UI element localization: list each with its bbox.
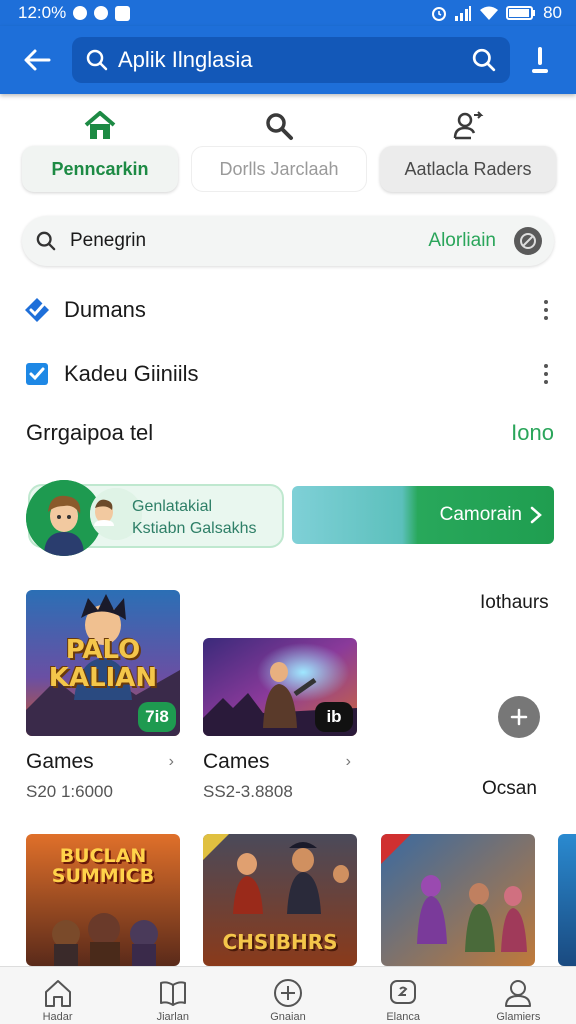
nav-item-library[interactable]: Jiarlan	[128, 977, 218, 1023]
book-icon	[159, 981, 186, 1006]
game-card[interactable]: ib Cames › SS2-3.8808	[203, 638, 357, 802]
game-badge: ib	[315, 702, 353, 732]
game-price: SS2-3.8808	[203, 782, 293, 801]
game-thumbnail-partial[interactable]	[558, 834, 576, 966]
option-row[interactable]: Kadeu Giiniils	[24, 352, 556, 396]
nav-label: Elanca	[386, 1011, 420, 1023]
game-title-art: CHSIBHRS	[222, 930, 338, 954]
bottom-navigation: Hadar Jiarlan Gnaian Elanca Glamiers	[0, 966, 576, 1024]
game-card[interactable]: BUCLAN SUMMICB	[26, 834, 180, 966]
game-thumbnail: ib	[203, 638, 357, 736]
search-icon	[266, 113, 293, 140]
option-label: Kadeu Giiniils	[64, 361, 199, 386]
search-label: Aplik Ilnglasia	[118, 47, 253, 72]
signal-icon	[455, 6, 472, 21]
home-icon	[84, 111, 116, 139]
tab-readers[interactable]: Aatlacla Raders	[380, 106, 556, 196]
profile-icon	[505, 980, 532, 1007]
nav-label: Gnaian	[270, 1011, 306, 1023]
tab-readers-label: Aatlacla Raders	[380, 146, 556, 192]
chevron-right-icon: ›	[345, 753, 351, 770]
search-submit-icon[interactable]	[472, 48, 496, 72]
wifi-icon	[480, 6, 499, 20]
promo-cta-button[interactable]: Camorain	[292, 486, 554, 544]
add-button[interactable]	[498, 696, 540, 738]
game-thumbnail: PALO KALIAN 7i8	[26, 590, 180, 736]
tab-search-label: Dorlls Jarclaah	[191, 146, 367, 192]
status-bar: 12:0% 80	[0, 0, 576, 26]
battery-level: 80	[543, 3, 562, 22]
game-badge: 7i8	[138, 702, 176, 732]
game-thumbnail: CHSIBHRS	[203, 834, 357, 966]
chat-icon	[390, 980, 417, 1004]
alarm-icon	[432, 7, 447, 21]
more-options-icon[interactable]	[536, 359, 556, 389]
download-button[interactable]	[520, 40, 560, 80]
nav-item-messages[interactable]: Elanca	[358, 977, 448, 1023]
search-icon	[36, 231, 56, 251]
notification-icon	[73, 6, 88, 20]
checkbox-checked-icon	[26, 363, 48, 385]
arrow-left-icon	[24, 49, 51, 71]
game-price: S20 1:6000	[26, 782, 113, 801]
status-time: 12:0%	[18, 3, 67, 22]
more-options-icon[interactable]	[536, 295, 556, 325]
game-card[interactable]: PALO KALIAN 7i8 Games › S20 1:6000	[26, 590, 180, 802]
promo-line-1: Genlatakial	[132, 498, 213, 515]
app-bar: Aplik Ilnglasia	[0, 26, 576, 94]
game-name: Games	[26, 750, 94, 773]
more-caption: Ocsan	[482, 778, 537, 799]
person-arrow-icon	[453, 111, 484, 140]
category-tabs: Penncarkin Dorlls Jarclaah Aatlacla Rade…	[22, 106, 556, 196]
more-label[interactable]: Iothaurs	[480, 592, 549, 614]
game-thumbnail: BUCLAN SUMMICB	[26, 834, 180, 966]
search-bar[interactable]: Aplik Ilnglasia	[72, 37, 510, 83]
promo-card[interactable]: Genlatakial Kstiabn Galsakhs	[26, 480, 284, 556]
nav-item-create[interactable]: Gnaian	[243, 977, 333, 1023]
back-button[interactable]	[20, 43, 54, 77]
nav-label: Hadar	[42, 1011, 73, 1023]
chevron-right-icon: ›	[168, 753, 174, 770]
section-header: Grrgaipoa tel Iono	[26, 420, 554, 446]
checkmark-badge-icon	[25, 298, 49, 322]
app-notification-icon	[94, 6, 109, 20]
game-card[interactable]: CHSIBHRS	[203, 834, 357, 966]
option-label: Dumans	[64, 297, 146, 322]
filter-label: Penegrin	[70, 230, 147, 251]
game-thumbnail	[381, 834, 535, 966]
game-title-art: PALO KALIAN	[48, 635, 158, 693]
plus-icon	[510, 708, 528, 726]
plus-circle-icon	[273, 979, 302, 1007]
promo-text: Genlatakial Kstiabn Galsakhs	[132, 496, 257, 540]
download-icon	[532, 47, 548, 73]
promo-cta-label: Camorain	[439, 504, 522, 525]
search-icon	[86, 49, 108, 71]
section-title: Grrgaipoa tel	[26, 420, 154, 445]
game-name: Cames	[203, 750, 270, 773]
game-card[interactable]	[381, 834, 535, 966]
clear-filter-button[interactable]	[514, 227, 542, 255]
clear-icon	[520, 233, 536, 249]
tab-home[interactable]: Penncarkin	[22, 106, 178, 196]
home-icon	[44, 980, 71, 1007]
message-icon	[115, 5, 131, 21]
option-row[interactable]: Dumans	[24, 288, 556, 332]
filter-bar[interactable]: Penegrin Alorliain	[22, 216, 554, 266]
filter-action-link[interactable]: Alorliain	[428, 230, 496, 252]
promo-line-2: Kstiabn Galsakhs	[132, 520, 257, 537]
tab-home-label: Penncarkin	[22, 146, 178, 192]
nav-item-profile[interactable]: Glamiers	[473, 977, 563, 1023]
chevron-right-icon	[530, 506, 542, 524]
tab-search[interactable]: Dorlls Jarclaah	[191, 106, 367, 196]
nav-label: Glamiers	[496, 1011, 541, 1023]
nav-label: Jiarlan	[156, 1011, 189, 1023]
game-title-art: BUCLAN SUMMICB	[51, 845, 155, 887]
battery-icon	[506, 6, 536, 20]
nav-item-home[interactable]: Hadar	[13, 977, 103, 1023]
section-link[interactable]: Iono	[511, 420, 554, 446]
